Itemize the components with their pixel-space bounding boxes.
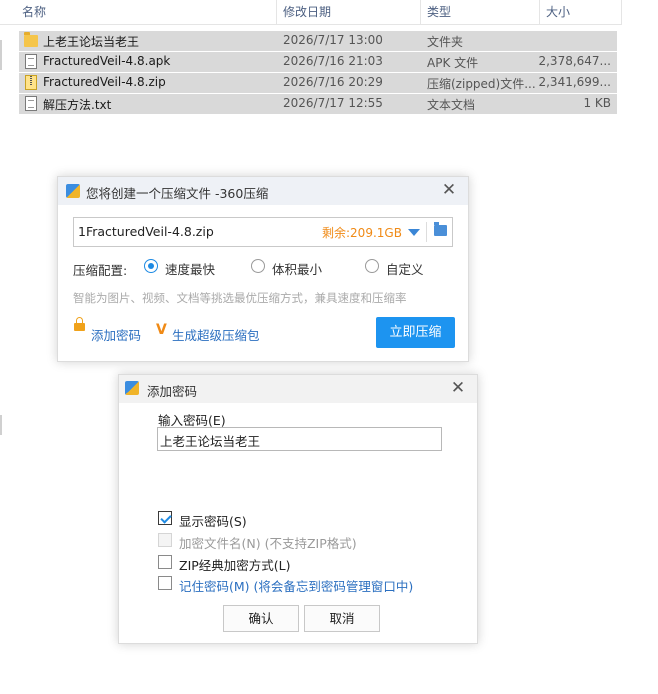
password-input[interactable]: 上老王论坛当老王 xyxy=(157,427,442,451)
file-size: 2,378,647... xyxy=(538,54,611,68)
file-row[interactable]: FracturedVeil-4.8.apk 2026/7/16 21:03 AP… xyxy=(19,52,617,72)
compression-hint: 智能为图片、视频、文档等挑选最优压缩方式，兼具速度和压缩率 xyxy=(73,291,407,305)
document-icon xyxy=(25,96,37,111)
file-type: APK 文件 xyxy=(427,56,479,70)
radio-circle xyxy=(144,259,158,273)
add-password-link[interactable]: 添加密码 xyxy=(91,325,141,344)
browse-folder-icon[interactable] xyxy=(434,222,447,236)
checkbox-label: 显示密码(S) xyxy=(179,514,247,529)
file-name: 上老王论坛当老王 xyxy=(43,35,140,49)
add-password-dialog: 添加密码 ✕ 输入密码(E) 上老王论坛当老王 显示密码(S) 加密文件名(N)… xyxy=(118,374,478,644)
checkbox-label: 记住密码(M) (将会备忘到密码管理窗口中) xyxy=(179,579,414,594)
dialog-title: 添加密码 xyxy=(147,384,198,399)
checkbox-box xyxy=(158,511,172,525)
checkbox-box xyxy=(158,533,172,547)
file-date: 2026/7/17 13:00 xyxy=(283,33,383,47)
file-size: 2,341,699... xyxy=(538,75,611,89)
column-header-bar: 名称 修改日期 类型 大小 xyxy=(0,0,622,25)
checkbox-box xyxy=(158,555,172,569)
confirm-button[interactable]: 确认 xyxy=(223,605,299,632)
file-name: FracturedVeil-4.8.apk xyxy=(43,54,171,68)
column-name[interactable]: 名称 xyxy=(22,3,46,20)
compress-dialog: 您将创建一个压缩文件 -360压缩 ✕ 1FracturedVeil-4.8.z… xyxy=(57,176,469,362)
file-name: FracturedVeil-4.8.zip xyxy=(43,75,166,89)
close-icon[interactable]: ✕ xyxy=(438,179,460,201)
document-icon xyxy=(25,54,37,69)
column-divider[interactable] xyxy=(420,0,421,24)
column-divider[interactable] xyxy=(621,0,622,24)
password-value: 上老王论坛当老王 xyxy=(160,434,261,449)
close-icon[interactable]: ✕ xyxy=(447,377,469,399)
divider xyxy=(426,222,427,242)
compress-now-button[interactable]: 立即压缩 xyxy=(376,317,455,348)
checkbox-label: ZIP经典加密方式(L) xyxy=(179,558,291,573)
archive-app-icon xyxy=(125,381,139,395)
zip-icon xyxy=(25,75,37,90)
column-divider[interactable] xyxy=(276,0,277,24)
file-row[interactable]: FracturedVeil-4.8.zip 2026/7/16 20:29 压缩… xyxy=(19,73,617,93)
pane-edge xyxy=(0,40,2,70)
file-date: 2026/7/16 21:03 xyxy=(283,54,383,68)
file-type: 压缩(zipped)文件... xyxy=(427,77,536,91)
file-row[interactable]: 解压方法.txt 2026/7/17 12:55 文本文档 1 KB xyxy=(19,94,617,114)
column-divider[interactable] xyxy=(539,0,540,24)
file-type: 文本文档 xyxy=(427,98,476,112)
radio-label: 体积最小 xyxy=(272,262,323,277)
free-space-label: 剩余:209.1GB xyxy=(322,226,402,240)
dialog-title: 您将创建一个压缩文件 -360压缩 xyxy=(86,186,269,201)
vip-v-icon: V xyxy=(156,322,167,338)
radio-label: 自定义 xyxy=(386,262,424,277)
lock-icon[interactable] xyxy=(74,317,85,331)
cancel-button[interactable]: 取消 xyxy=(304,605,380,632)
column-modified-date[interactable]: 修改日期 xyxy=(283,3,331,20)
archive-app-icon xyxy=(66,184,80,198)
pane-edge xyxy=(0,415,2,435)
file-date: 2026/7/16 20:29 xyxy=(283,75,383,89)
radio-label: 速度最快 xyxy=(165,262,216,277)
file-row[interactable]: 上老王论坛当老王 2026/7/17 13:00 文件夹 xyxy=(19,31,617,51)
dialog-titlebar[interactable]: 您将创建一个压缩文件 -360压缩 ✕ xyxy=(58,177,468,205)
file-type: 文件夹 xyxy=(427,35,464,49)
radio-circle xyxy=(251,259,265,273)
dialog-titlebar[interactable]: 添加密码 ✕ xyxy=(119,375,477,403)
checkbox-label: 加密文件名(N) (不支持ZIP格式) xyxy=(179,536,357,551)
file-size: 1 KB xyxy=(583,96,611,110)
super-package-link[interactable]: 生成超级压缩包 xyxy=(172,325,260,344)
column-type[interactable]: 类型 xyxy=(427,3,451,20)
folder-icon xyxy=(24,32,38,47)
file-name: 解压方法.txt xyxy=(43,98,112,112)
file-date: 2026/7/17 12:55 xyxy=(283,96,383,110)
dropdown-arrow-icon[interactable] xyxy=(408,229,420,236)
radio-circle xyxy=(365,259,379,273)
checkbox-box xyxy=(158,576,172,590)
compression-config-label: 压缩配置: xyxy=(73,263,128,278)
archive-path-value: 1FracturedVeil-4.8.zip xyxy=(78,224,214,239)
archive-path-input[interactable]: 1FracturedVeil-4.8.zip 剩余:209.1GB xyxy=(73,217,453,247)
column-size[interactable]: 大小 xyxy=(546,3,570,20)
